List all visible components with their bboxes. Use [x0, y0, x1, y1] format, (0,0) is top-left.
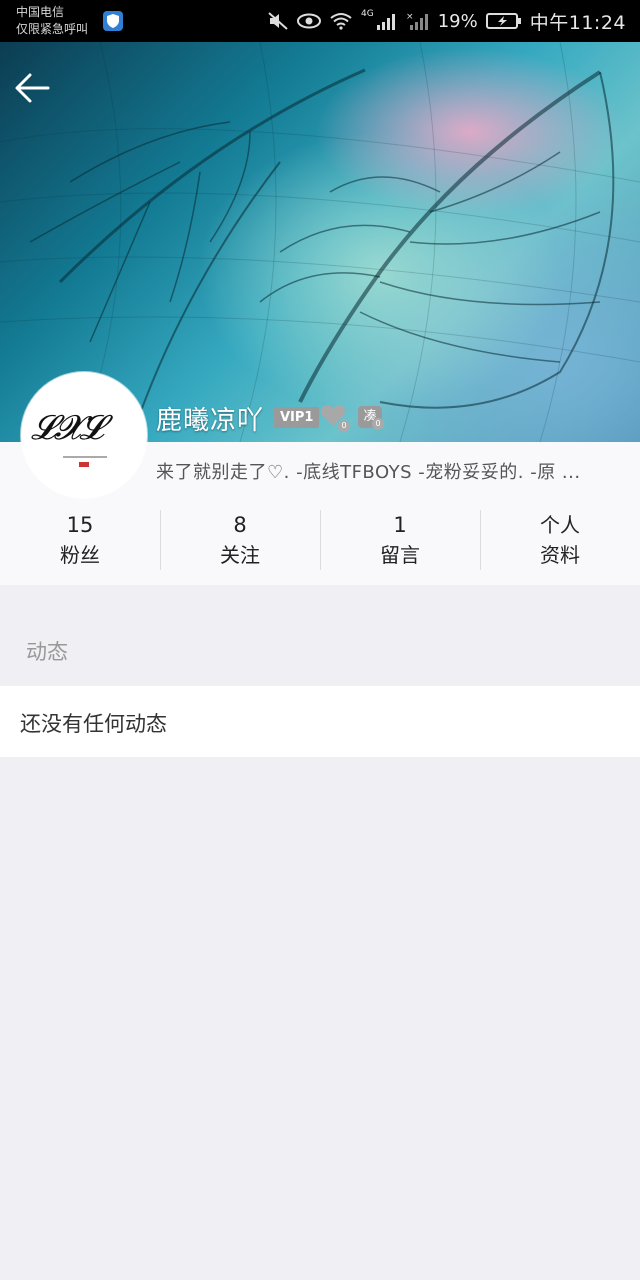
avatar[interactable]: 𝓛𝓧𝓛 — [21, 372, 147, 498]
clock: 中午11:24 — [529, 11, 626, 34]
stat-messages[interactable]: 1 留言 — [320, 508, 480, 572]
fans-label: 粉丝 — [60, 543, 100, 567]
feed-empty-state: 还没有任何动态 — [0, 686, 640, 757]
stat-profile-info[interactable]: 个人 资料 — [480, 508, 640, 572]
signal-icon — [376, 14, 395, 30]
carrier-status: 仅限紧急呼叫 — [16, 22, 89, 36]
battery-charging-icon — [485, 13, 521, 29]
messages-label: 留言 — [380, 543, 420, 567]
back-button[interactable] — [10, 66, 54, 110]
feed-section-title: 动态 — [26, 640, 68, 664]
fire-count: 0 — [372, 418, 384, 430]
profile-stats: 15 粉丝 8 关注 1 留言 个人 资料 — [0, 508, 640, 572]
profile-info-label-line1: 个人 — [540, 513, 580, 537]
fans-count: 15 — [66, 513, 94, 537]
carrier-name: 中国电信 — [16, 5, 65, 19]
carrier-info: 中国电信 仅限紧急呼叫 — [16, 4, 88, 38]
profile-signature: 来了就别走了♡. -底线TFBOYS -宠粉妥妥的. -原 ... — [156, 462, 581, 483]
network-type: 4G — [361, 9, 374, 19]
eye-icon — [297, 13, 322, 29]
stat-fans[interactable]: 15 粉丝 — [0, 508, 160, 572]
wifi-icon — [330, 13, 352, 30]
following-count: 8 — [233, 513, 247, 537]
avatar-calligraphy-image: 𝓛𝓧𝓛 — [31, 408, 104, 448]
security-shield-icon — [103, 11, 123, 31]
heart-count: 0 — [338, 420, 350, 432]
battery-percent: 19% — [437, 10, 478, 32]
vip-badge[interactable]: VIP1 — [274, 407, 320, 428]
profile-info-label-line2: 资料 — [540, 543, 580, 567]
signal-no-sim-icon: × — [406, 12, 428, 30]
avatar-seal-mark — [79, 462, 89, 467]
mute-icon — [268, 12, 288, 30]
avatar-decor-line — [63, 456, 107, 458]
status-icons: 4G × 19% 中午11:24 — [267, 0, 626, 42]
nickname: 鹿曦凉吖 — [156, 406, 265, 436]
status-bar: 中国电信 仅限紧急呼叫 4G × 19% 中午11:24 — [0, 0, 640, 42]
following-label: 关注 — [220, 543, 260, 567]
svg-text:×: × — [406, 12, 414, 22]
arrow-left-icon — [15, 73, 50, 103]
heart-badge[interactable]: 0 — [320, 404, 350, 432]
stat-following[interactable]: 8 关注 — [160, 508, 320, 572]
messages-count: 1 — [393, 513, 407, 537]
fire-badge[interactable]: 凑 0 — [358, 406, 384, 430]
feed-empty-text: 还没有任何动态 — [20, 712, 167, 736]
